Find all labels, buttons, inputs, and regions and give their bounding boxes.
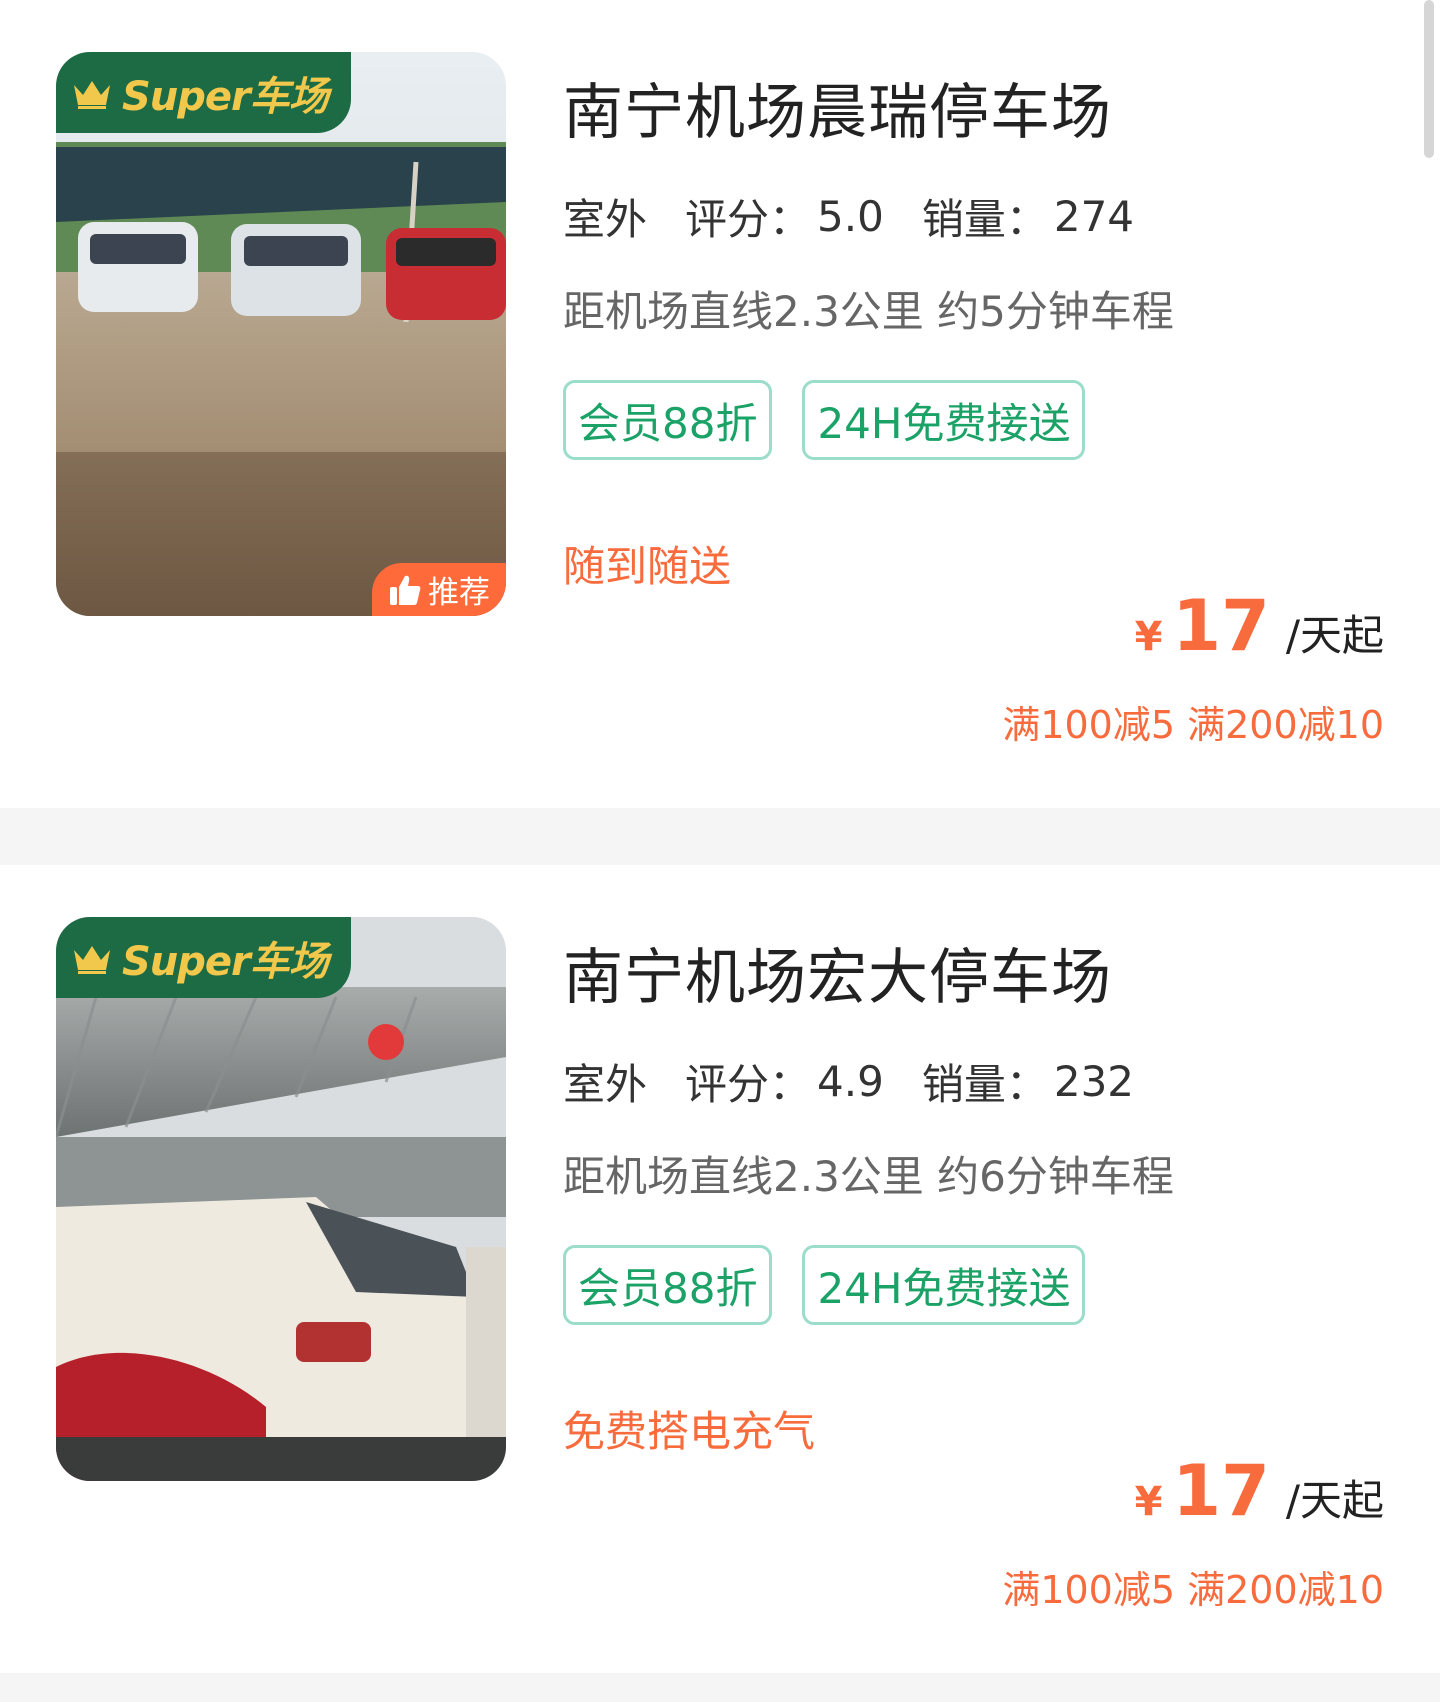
distance-text: 距机场直线2.3公里 约6分钟车程 <box>563 1152 1174 1201</box>
currency-symbol: ¥ <box>1134 614 1163 660</box>
parking-title[interactable]: 南宁机场晨瑞停车场 <box>563 64 1112 151</box>
parking-card[interactable]: Super车场 推荐 南宁机场晨瑞停车场 室外 评分： 5.0 销量： 274 … <box>0 0 1440 808</box>
super-lot-label: Super车场 <box>122 938 329 985</box>
parking-lot-photo <box>56 917 506 1481</box>
super-lot-badge: Super车场 <box>56 52 351 133</box>
rating-label: 评分： <box>685 1059 812 1109</box>
sales-value: 274 <box>1053 191 1135 241</box>
tag-list: 会员88折 24H免费接送 <box>563 1245 1086 1325</box>
distance-text: 距机场直线2.3公里 约5分钟车程 <box>563 287 1174 336</box>
price-unit: /天起 <box>1285 611 1384 660</box>
recommend-badge: 推荐 <box>372 563 506 616</box>
parking-card[interactable]: Super车场 南宁机场宏大停车场 室外 评分： 4.9 销量： 232 距机场… <box>0 865 1440 1673</box>
tag-member-discount: 会员88折 <box>563 1245 773 1325</box>
recommend-label: 推荐 <box>428 575 490 611</box>
price-row: ¥ 17 /天起 <box>1135 585 1384 667</box>
tag-free-shuttle: 24H免费接送 <box>802 380 1086 460</box>
environment-label: 室外 <box>563 186 650 253</box>
environment-label: 室外 <box>563 1051 650 1118</box>
tag-list: 会员88折 24H免费接送 <box>563 380 1086 460</box>
crown-icon <box>74 80 110 109</box>
rating-value: 5.0 <box>817 191 884 241</box>
sales-label: 销量： <box>921 194 1048 244</box>
scrollbar[interactable] <box>1424 0 1434 158</box>
currency-symbol: ¥ <box>1134 1479 1163 1525</box>
promo-text: 满100减5 满200减10 <box>1002 703 1384 747</box>
tag-free-shuttle: 24H免费接送 <box>802 1245 1086 1325</box>
tag-member-discount: 会员88折 <box>563 380 773 460</box>
sales-value: 232 <box>1053 1056 1135 1106</box>
rating-label: 评分： <box>685 194 812 244</box>
price-value: 17 <box>1172 1450 1270 1532</box>
parking-meta: 室外 评分： 5.0 销量： 274 <box>563 190 1135 253</box>
parking-list: Super车场 推荐 南宁机场晨瑞停车场 室外 评分： 5.0 销量： 274 … <box>0 0 1440 1673</box>
parking-photo[interactable]: Super车场 推荐 <box>56 52 506 616</box>
thumbs-up-icon <box>390 575 421 605</box>
price-row: ¥ 17 /天起 <box>1135 1450 1384 1532</box>
parking-photo[interactable]: Super车场 <box>56 917 506 1481</box>
super-lot-label: Super车场 <box>122 73 329 120</box>
crown-icon <box>74 945 110 974</box>
price-value: 17 <box>1172 585 1270 667</box>
sales-label: 销量： <box>921 1059 1048 1109</box>
parking-title[interactable]: 南宁机场宏大停车场 <box>563 929 1112 1016</box>
rating-value: 4.9 <box>817 1056 884 1106</box>
service-text: 免费搭电充气 <box>563 1407 816 1456</box>
price-unit: /天起 <box>1285 1476 1384 1525</box>
service-text: 随到随送 <box>563 542 732 591</box>
parking-lot-photo <box>56 52 506 616</box>
parking-meta: 室外 评分： 4.9 销量： 232 <box>563 1055 1135 1118</box>
promo-text: 满100减5 满200减10 <box>1002 1568 1384 1612</box>
super-lot-badge: Super车场 <box>56 917 351 998</box>
